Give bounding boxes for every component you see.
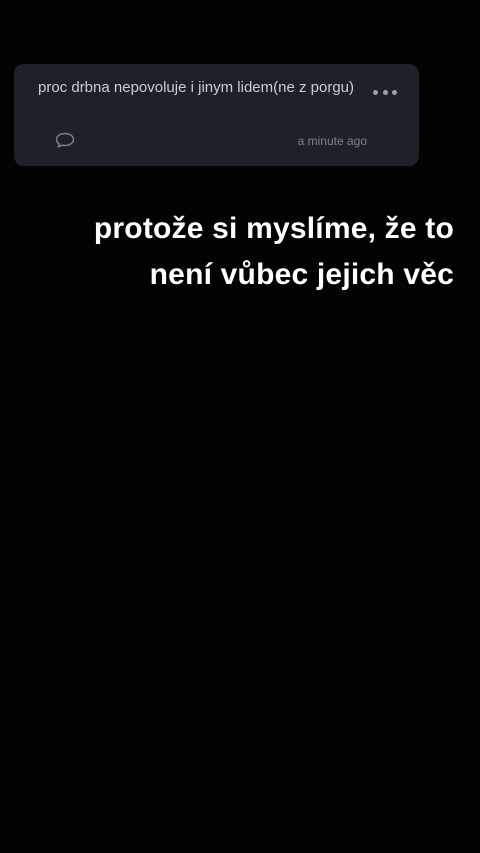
more-dot-icon: [392, 89, 397, 95]
story-screen: proc drbna nepovoluje i jinym lidem(ne z…: [0, 0, 480, 853]
question-timestamp: a minute ago: [297, 134, 367, 148]
answer-line-1: protože si myslíme, že to: [93, 212, 454, 245]
more-dot-icon: [373, 89, 378, 95]
more-options-button[interactable]: [373, 84, 397, 100]
answer-line-2: není vůbec jejich věc: [149, 258, 454, 291]
question-text: proc drbna nepovoluje i jinym lidem(ne z…: [38, 79, 354, 96]
more-dot-icon: [382, 89, 388, 95]
question-card: proc drbna nepovoluje i jinym lidem(ne z…: [14, 64, 419, 166]
speech-bubble-icon[interactable]: [55, 132, 75, 148]
answer-text: protože si myslíme, že to není vůbec jej…: [14, 206, 454, 298]
